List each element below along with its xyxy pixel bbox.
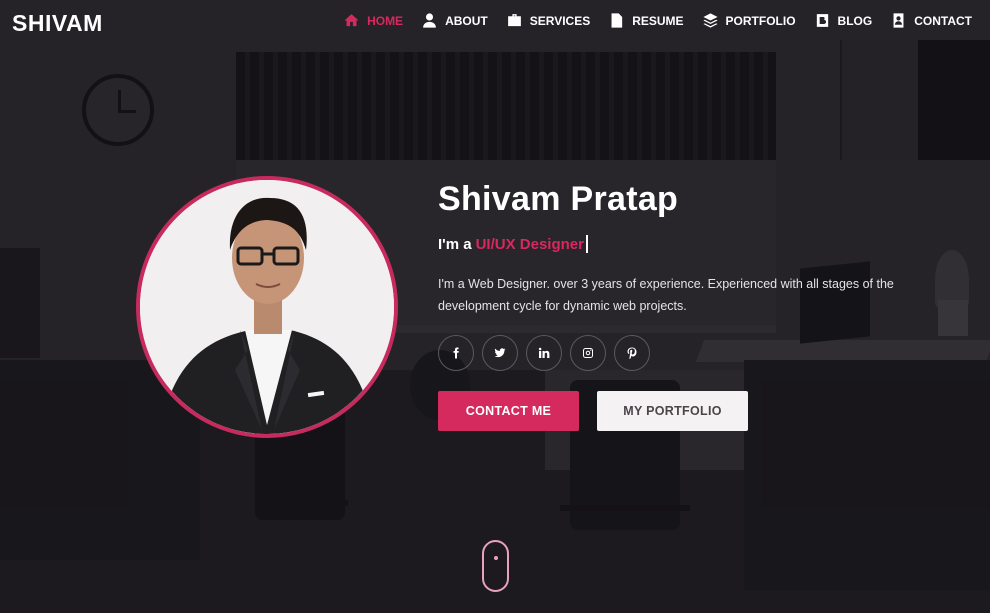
hero-role: I'm a UI/UX Designer [438, 235, 918, 253]
scroll-wheel-dot [494, 556, 498, 560]
nav-item-label: HOME [367, 13, 404, 28]
social-link-instagram[interactable] [570, 335, 606, 371]
social-links [438, 335, 918, 371]
briefcase-icon [507, 14, 521, 27]
social-link-pinterest[interactable] [614, 335, 650, 371]
nav-item-services[interactable]: SERVICES [506, 12, 590, 29]
main-nav: HOME ABOUT SERVICES RESUME PORTFOLIO BLO… [343, 12, 972, 29]
nav-item-label: ABOUT [445, 13, 488, 28]
pinterest-icon [627, 347, 637, 359]
blog-icon [816, 14, 828, 27]
scroll-down-icon[interactable] [482, 540, 509, 592]
nav-item-portfolio[interactable]: PORTFOLIO [702, 12, 796, 29]
site-logo[interactable]: SHIVAM [12, 10, 103, 37]
facebook-icon [453, 347, 459, 359]
profile-photo [136, 176, 398, 438]
instagram-icon [583, 348, 593, 358]
nav-item-label: BLOG [837, 13, 873, 28]
nav-item-home[interactable]: HOME [343, 12, 403, 29]
social-link-twitter[interactable] [482, 335, 518, 371]
hero-role-typed: UI/UX Designer [475, 235, 584, 253]
user-icon [423, 13, 436, 28]
home-icon [344, 14, 359, 27]
nav-item-resume[interactable]: RESUME [608, 12, 684, 29]
my-portfolio-button[interactable]: MY PORTFOLIO [597, 391, 748, 431]
nav-item-label: PORTFOLIO [725, 13, 796, 28]
nav-item-label: CONTACT [914, 13, 972, 28]
nav-item-label: SERVICES [529, 13, 591, 28]
linkedin-icon [538, 347, 550, 358]
typing-cursor [585, 235, 588, 253]
nav-item-contact[interactable]: CONTACT [890, 12, 972, 29]
hero-description: I'm a Web Designer. over 3 years of expe… [438, 277, 894, 313]
social-link-facebook[interactable] [438, 335, 474, 371]
hero-buttons: CONTACT ME MY PORTFOLIO [438, 391, 918, 431]
hero-section: Shivam Pratap I'm a UI/UX Designer I'm a… [438, 180, 918, 431]
twitter-icon [494, 348, 506, 358]
nav-item-about[interactable]: ABOUT [421, 12, 488, 29]
contact-card-icon [893, 13, 904, 28]
nav-item-label: RESUME [632, 13, 684, 28]
layers-icon [702, 13, 718, 28]
contact-me-button[interactable]: CONTACT ME [438, 391, 579, 431]
social-link-linkedin[interactable] [526, 335, 562, 371]
hero-name: Shivam Pratap [438, 180, 679, 218]
hero-role-prefix: I'm a [438, 235, 472, 253]
file-icon [611, 13, 623, 28]
nav-item-blog[interactable]: BLOG [814, 12, 873, 29]
